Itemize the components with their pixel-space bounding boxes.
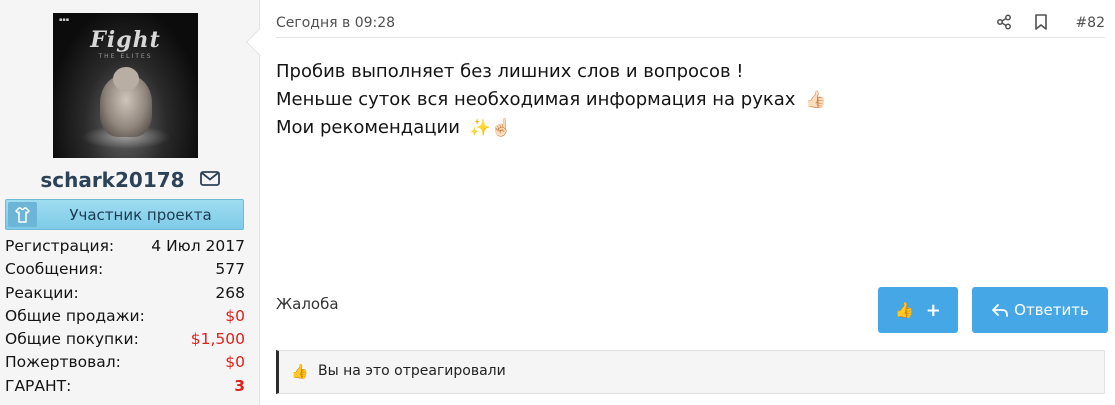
stat-donated: Пожертвовал: $0 (5, 351, 245, 374)
user-panel: ▪▪▪ Fight THE ELITES schark20178 Участни… (0, 0, 260, 405)
stat-guarantor: ГАРАНТ: 3 (5, 375, 245, 398)
stat-messages: Сообщения: 577 (5, 258, 245, 281)
bookmark-icon[interactable] (1034, 14, 1048, 34)
post-date[interactable]: Сегодня в 09:28 (276, 15, 395, 31)
message-text: Мои рекомендации (276, 117, 460, 138)
stat-value: 4 Июл 2017 (151, 237, 245, 255)
thumbs-up-emoji: 👍🏻 (805, 90, 827, 110)
mail-icon[interactable] (199, 170, 220, 190)
post-message: Пробив выполняет без лишних слов и вопро… (276, 58, 1096, 142)
thumbs-up-icon: 👍 (895, 301, 914, 319)
username-link[interactable]: schark20178 (40, 168, 184, 192)
sparkles-pointing-emoji: ✨☝🏻 (469, 118, 512, 138)
role-badge-label: Участник проекта (69, 206, 212, 224)
stat-label: Пожертвовал: (5, 353, 121, 372)
avatar-title: Fight (90, 27, 161, 53)
message-line: Мои рекомендации ✨☝🏻 (276, 114, 1096, 142)
stat-value: $1,500 (190, 330, 245, 349)
stat-label: Регистрация: (5, 237, 115, 255)
stat-value: $0 (225, 306, 245, 325)
message-text: Пробив выполняет без лишних слов и вопро… (276, 61, 744, 82)
reply-button[interactable]: Ответить (972, 287, 1108, 333)
role-badge: Участник проекта (5, 199, 244, 230)
forum-post: ▪▪▪ Fight THE ELITES schark20178 Участни… (0, 0, 1115, 405)
stat-label: Сообщения: (5, 260, 104, 279)
user-stats: Регистрация: 4 Июл 2017 Сообщения: 577 Р… (5, 235, 245, 398)
stat-label: Общие покупки: (5, 330, 139, 349)
stat-registration: Регистрация: 4 Июл 2017 (5, 235, 245, 258)
stat-value: 268 (215, 283, 245, 302)
stat-value: 3 (234, 376, 245, 395)
thumbs-up-icon: 👍 (291, 364, 309, 380)
stat-label: Общие продажи: (5, 306, 145, 325)
stat-label: ГАРАНТ: (5, 376, 72, 395)
share-icon[interactable] (996, 14, 1012, 34)
reply-button-label: Ответить (1014, 301, 1089, 319)
avatar-subtitle: THE ELITES (98, 53, 153, 60)
post-header: Сегодня в 09:28 #82 (276, 8, 1105, 38)
report-link[interactable]: Жалоба (276, 295, 339, 313)
post-number-link[interactable]: #82 (1075, 15, 1105, 31)
username-row: schark20178 (0, 168, 260, 192)
stat-total-sales: Общие продажи: $0 (5, 305, 245, 328)
message-text: Меньше суток вся необходимая информация … (276, 89, 796, 110)
stat-value[interactable]: 577 (215, 258, 245, 281)
avatar-corner-logo: ▪▪▪ (59, 17, 70, 23)
stat-value: $0 (225, 353, 245, 372)
stat-label: Реакции: (5, 283, 79, 302)
message-line: Пробив выполняет без лишних слов и вопро… (276, 58, 1096, 86)
avatar[interactable]: ▪▪▪ Fight THE ELITES (53, 13, 198, 158)
stat-reactions: Реакции: 268 (5, 282, 245, 305)
react-button[interactable]: 👍 + (878, 287, 958, 333)
reactions-bar[interactable]: 👍 Вы на это отреагировали (276, 350, 1105, 394)
reactions-summary[interactable]: Вы на это отреагировали (318, 363, 506, 379)
plus-icon: + (925, 299, 941, 321)
reply-icon (992, 303, 1009, 317)
shirt-icon (8, 202, 37, 227)
message-line: Меньше суток вся необходимая информация … (276, 86, 1096, 114)
avatar-figure-head (113, 67, 139, 91)
stat-total-purchases: Общие покупки: $1,500 (5, 328, 245, 351)
